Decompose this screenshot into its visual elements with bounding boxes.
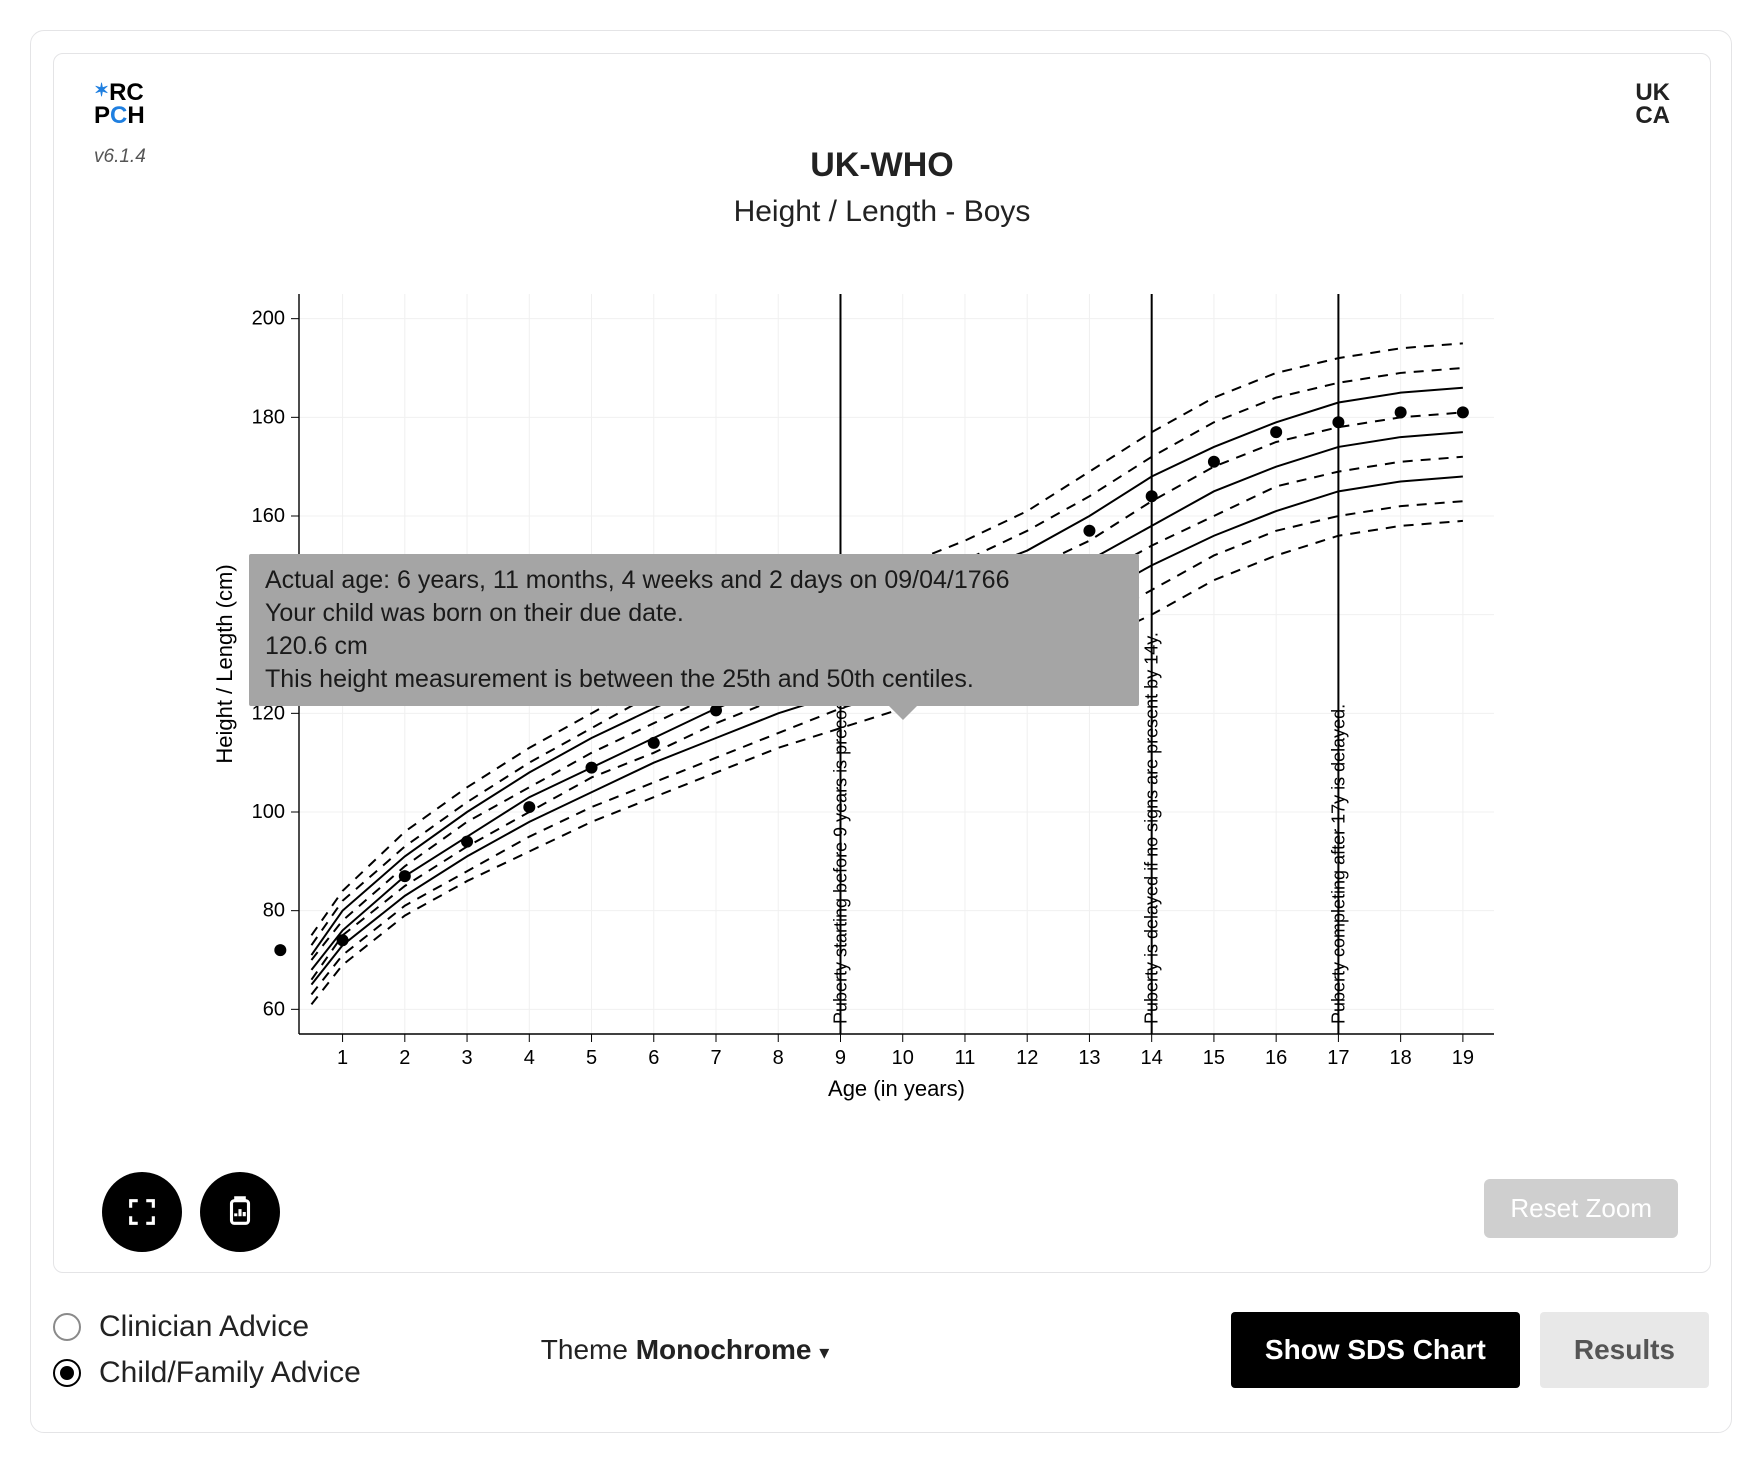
theme-label: Theme	[541, 1334, 636, 1365]
ukca-mark: UK CA	[1635, 82, 1670, 128]
chart-subtitle: Height / Length - Boys	[54, 195, 1710, 229]
rcpch-logo: ✶RC PCH	[94, 82, 145, 128]
reset-zoom-button[interactable]: Reset Zoom	[1484, 1179, 1678, 1238]
clipboard-chart-icon	[223, 1195, 257, 1229]
svg-text:180: 180	[252, 406, 285, 428]
svg-text:Puberty is delayed if no signs: Puberty is delayed if no signs are prese…	[1142, 632, 1162, 1024]
svg-text:Puberty completing after 17y i: Puberty completing after 17y is delayed.	[1328, 704, 1348, 1024]
svg-text:5: 5	[586, 1047, 597, 1069]
app-card: ✶RC PCH v6.1.4 UK CA UK-WHO Height / Len…	[30, 30, 1732, 1433]
fullscreen-button[interactable]	[102, 1172, 182, 1252]
svg-text:8: 8	[773, 1047, 784, 1069]
radio-label: Clinician Advice	[99, 1310, 309, 1344]
controls-bar: Clinician Advice Child/Family Advice The…	[53, 1290, 1709, 1410]
svg-text:2: 2	[399, 1047, 410, 1069]
svg-text:10: 10	[892, 1047, 914, 1069]
show-sds-chart-button[interactable]: Show SDS Chart	[1231, 1312, 1520, 1388]
growth-chart[interactable]: 1234567891011121314151617181960801001201…	[214, 274, 1514, 1104]
svg-text:4: 4	[524, 1047, 535, 1069]
svg-text:200: 200	[252, 308, 285, 330]
results-button[interactable]: Results	[1540, 1312, 1709, 1388]
svg-text:160: 160	[252, 505, 285, 527]
tooltip-line: 120.6 cm	[265, 630, 1123, 663]
advice-radio-group: Clinician Advice Child/Family Advice	[53, 1310, 361, 1390]
chart-title: UK-WHO	[54, 146, 1710, 185]
theme-value: Monochrome	[636, 1334, 812, 1365]
radio-icon	[53, 1313, 81, 1341]
svg-text:9: 9	[835, 1047, 846, 1069]
svg-text:15: 15	[1203, 1047, 1225, 1069]
chart-card: ✶RC PCH v6.1.4 UK CA UK-WHO Height / Len…	[53, 53, 1711, 1273]
svg-text:16: 16	[1265, 1047, 1287, 1069]
svg-text:Age (in years): Age (in years)	[828, 1076, 965, 1101]
svg-text:14: 14	[1141, 1047, 1163, 1069]
chart-tooltip: Actual age: 6 years, 11 months, 4 weeks …	[249, 554, 1139, 706]
tooltip-line: Actual age: 6 years, 11 months, 4 weeks …	[265, 564, 1123, 597]
svg-text:80: 80	[263, 900, 285, 922]
svg-text:60: 60	[263, 998, 285, 1020]
tooltip-line: This height measurement is between the 2…	[265, 663, 1123, 696]
radio-clinician-advice[interactable]: Clinician Advice	[53, 1310, 361, 1344]
radio-label: Child/Family Advice	[99, 1356, 361, 1390]
tooltip-line: Your child was born on their due date.	[265, 597, 1123, 630]
svg-text:18: 18	[1390, 1047, 1412, 1069]
svg-text:12: 12	[1016, 1047, 1038, 1069]
svg-text:Puberty starting before 9 year: Puberty starting before 9 years is preco…	[830, 663, 850, 1024]
radio-family-advice[interactable]: Child/Family Advice	[53, 1356, 361, 1390]
fullscreen-icon	[125, 1195, 159, 1229]
ukca-bottom: CA	[1635, 105, 1670, 128]
chevron-down-icon: ▾	[819, 1342, 829, 1364]
svg-text:17: 17	[1327, 1047, 1349, 1069]
svg-text:19: 19	[1452, 1047, 1474, 1069]
svg-text:13: 13	[1078, 1047, 1100, 1069]
svg-text:Height / Length (cm): Height / Length (cm)	[214, 564, 237, 763]
svg-text:1: 1	[337, 1047, 348, 1069]
svg-text:6: 6	[648, 1047, 659, 1069]
theme-selector[interactable]: Theme Monochrome ▾	[541, 1334, 830, 1366]
copy-chart-button[interactable]	[200, 1172, 280, 1252]
svg-text:11: 11	[955, 1047, 976, 1069]
svg-text:7: 7	[710, 1047, 721, 1069]
radio-icon	[53, 1359, 81, 1387]
svg-text:3: 3	[461, 1047, 472, 1069]
svg-text:100: 100	[252, 801, 285, 823]
